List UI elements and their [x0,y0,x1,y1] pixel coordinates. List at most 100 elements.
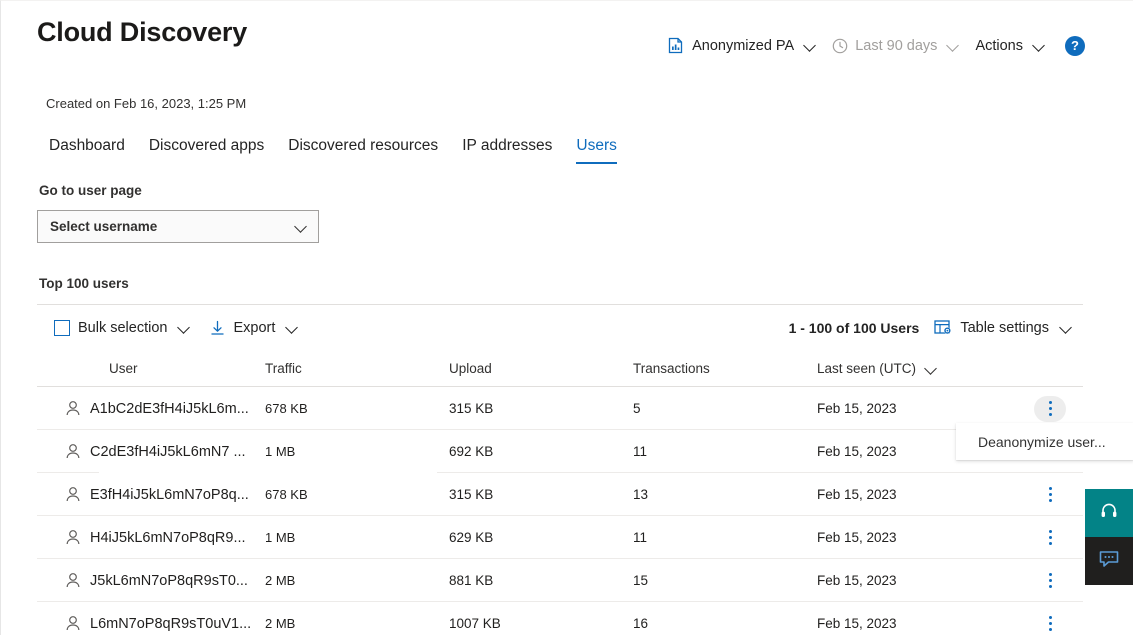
cell-traffic: 1 MB [265,444,296,459]
speech-bubble-icon [1098,549,1120,574]
tab-discovered-resources[interactable]: Discovered resources [276,133,450,164]
cell-user: A1bC2dE3fH4iJ5kL6m... [37,400,265,417]
cell-upload: 315 KB [449,487,494,502]
table-row[interactable]: L6mN7oP8qR9sT0uV1... 2 MB 1007 KB 16 Feb… [37,602,1083,635]
headset-icon [1099,501,1119,526]
user-name: A1bC2dE3fH4iJ5kL6m... [90,400,249,417]
user-name: E3fH4iJ5kL6mN7oP8q... [90,486,249,503]
cell-traffic: 678 KB [265,401,308,416]
cloud-discovery-page: Cloud Discovery Anonymized PA Last 90 da… [0,0,1133,635]
person-icon [65,400,81,417]
cell-row-actions [1017,482,1083,508]
kebab-menu-icon[interactable] [1034,482,1066,508]
result-count-label: 1 - 100 of 100 Users [788,319,920,336]
cell-traffic: 1 MB [265,530,296,545]
cell-last-seen: Feb 15, 2023 [817,487,897,502]
created-timestamp: Created on Feb 16, 2023, 1:25 PM [46,96,247,111]
person-icon [65,615,81,632]
table-header-row: User Traffic Upload Transactions Last se… [37,350,1083,387]
kebab-menu-icon[interactable] [1034,525,1066,551]
bulk-selection-button[interactable]: Bulk selection [45,315,199,341]
cell-user: E3fH4iJ5kL6mN7oP8q... [37,486,265,503]
command-bar-right: 1 - 100 of 100 Users Table settings [789,314,1083,341]
cell-traffic: 2 MB [265,573,296,588]
tab-users[interactable]: Users [564,133,628,164]
table-settings-icon [934,319,952,336]
cell-traffic: 678 KB [265,487,308,502]
kebab-menu-icon[interactable] [1034,568,1066,594]
person-icon [65,529,81,546]
cell-row-actions [1017,395,1083,422]
users-table: User Traffic Upload Transactions Last se… [37,350,1083,635]
column-header-last-seen[interactable]: Last seen (UTC) [817,361,1017,376]
user-name: C2dE3fH4iJ5kL6mN7 ... [90,443,246,460]
cell-user: L6mN7oP8qR9sT0uV1... [37,615,265,632]
date-range-selector[interactable]: Last 90 days [824,35,967,57]
section-title: Top 100 users [39,276,129,291]
cell-row-actions [1017,525,1083,551]
chevron-down-icon [948,40,959,51]
cell-row-actions [1017,568,1083,594]
help-circle-icon[interactable]: ? [1065,35,1085,56]
table-row[interactable]: C2dE3fH4iJ5kL6mN7 ... 1 MB 692 KB 11 Feb… [37,430,1083,473]
cell-transactions: 13 [633,487,649,502]
user-name: J5kL6mN7oP8qR9sT0... [90,572,248,589]
kebab-menu-icon[interactable] [1034,395,1066,422]
person-icon [65,486,81,503]
table-row[interactable]: J5kL6mN7oP8qR9sT0... 2 MB 881 KB 15 Feb … [37,559,1083,602]
context-menu-item-deanonymize[interactable]: Deanonymize user... [978,434,1106,450]
clock-icon [832,38,848,54]
username-select[interactable]: Select username [37,210,319,243]
bulk-selection-label: Bulk selection [78,319,168,336]
table-row[interactable]: H4iJ5kL6mN7oP8qR9... 1 MB 629 KB 11 Feb … [37,516,1083,559]
help-glyph: ? [1071,38,1079,53]
go-to-user-page-label: Go to user page [39,183,142,198]
actions-menu-button[interactable]: Actions [967,35,1053,57]
username-select-value: Select username [50,219,158,234]
person-icon [65,572,81,589]
cell-row-actions [1017,611,1083,635]
report-chart-icon [668,37,685,54]
column-header-upload[interactable]: Upload [449,361,633,376]
page-title: Cloud Discovery [37,17,248,47]
table-command-bar: Bulk selection Export 1 - 100 of 100 Use… [37,304,1083,350]
cell-last-seen: Feb 15, 2023 [817,616,897,631]
column-header-transactions[interactable]: Transactions [633,361,817,376]
table-settings-button[interactable]: Table settings [925,314,1081,341]
cell-traffic: 2 MB [265,616,296,631]
table-settings-label: Table settings [960,319,1049,336]
feedback-button[interactable] [1085,537,1133,585]
cell-last-seen: Feb 15, 2023 [817,530,897,545]
cell-upload: 315 KB [449,401,494,416]
tab-ip-addresses[interactable]: IP addresses [450,133,564,164]
chevron-down-icon [1061,322,1072,333]
cell-upload: 1007 KB [449,616,501,631]
export-button[interactable]: Export [201,315,307,341]
chevron-down-icon [1034,40,1045,51]
header-actions: Anonymized PA Last 90 days Actions ? [660,34,1085,57]
chevron-down-icon [805,40,816,51]
cell-user: C2dE3fH4iJ5kL6mN7 ... [37,443,265,460]
tab-discovered-apps[interactable]: Discovered apps [137,133,276,164]
kebab-menu-icon[interactable] [1034,611,1066,635]
cell-upload: 881 KB [449,573,494,588]
user-name: L6mN7oP8qR9sT0uV1... [90,615,252,632]
table-row[interactable]: A1bC2dE3fH4iJ5kL6m... 678 KB 315 KB 5 Fe… [37,387,1083,430]
tab-dashboard[interactable]: Dashboard [37,133,137,164]
support-button[interactable] [1085,489,1133,537]
cell-transactions: 11 [633,530,648,545]
download-arrow-icon [210,320,225,336]
report-selector[interactable]: Anonymized PA [660,34,824,57]
page-header: Cloud Discovery Anonymized PA Last 90 da… [1,1,1133,79]
column-header-traffic[interactable]: Traffic [265,361,449,376]
cell-last-seen: Feb 15, 2023 [817,573,897,588]
person-icon [65,443,81,460]
report-selector-label: Anonymized PA [692,37,795,54]
column-header-user[interactable]: User [37,361,265,376]
table-row[interactable]: E3fH4iJ5kL6mN7oP8q... 678 KB 315 KB 13 F… [37,473,1083,516]
export-label: Export [233,319,276,336]
checkbox-icon[interactable] [54,319,70,336]
tab-bar: Dashboard Discovered apps Discovered res… [37,133,629,164]
cell-transactions: 15 [633,573,649,588]
cell-transactions: 16 [633,616,649,631]
